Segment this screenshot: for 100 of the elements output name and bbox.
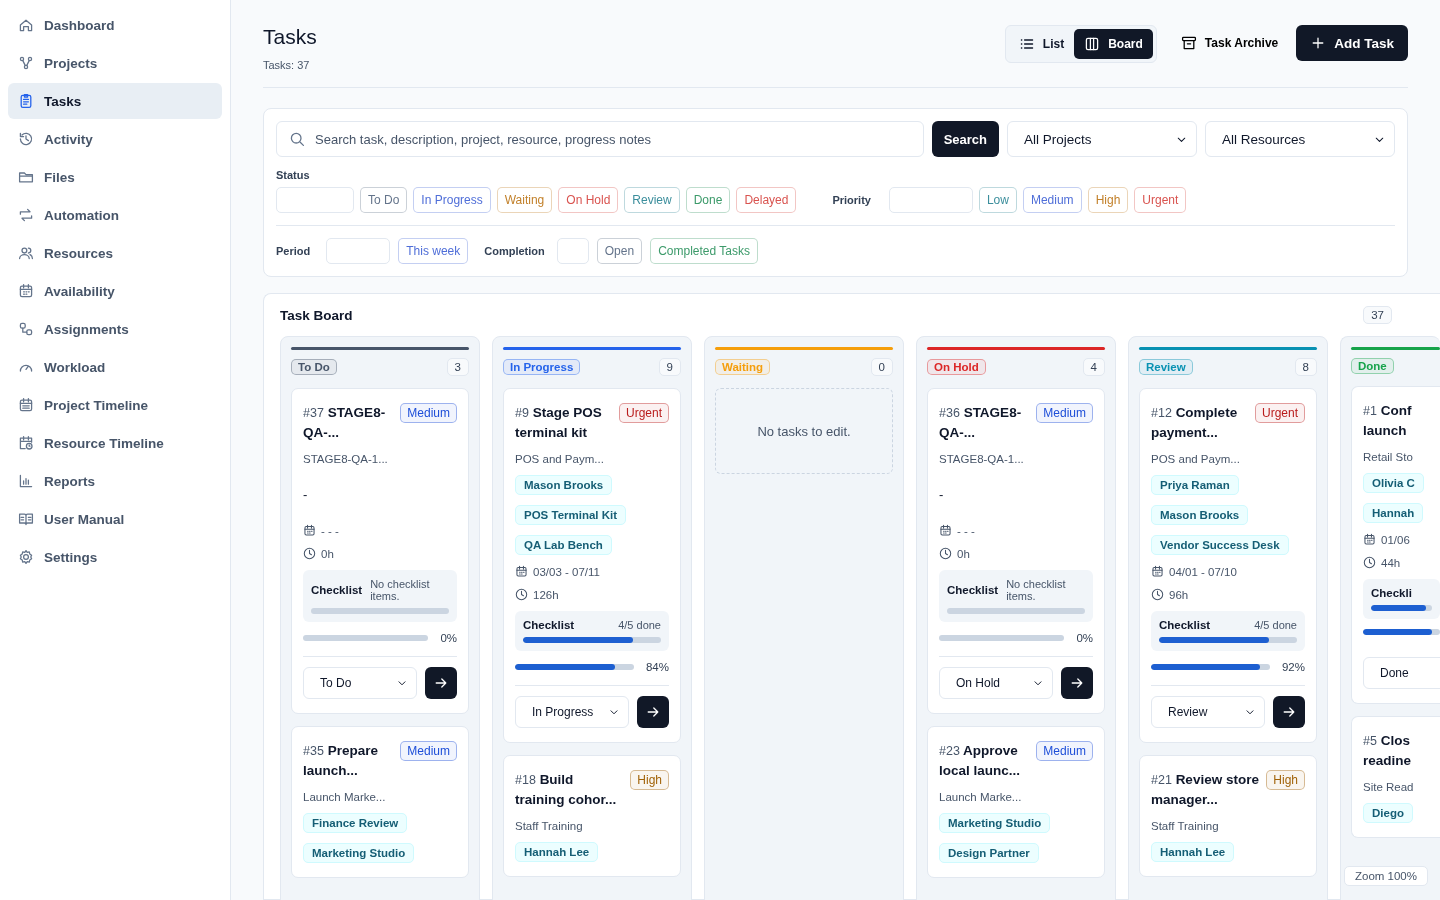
calendar-icon xyxy=(939,524,952,537)
task-title: #21 Review store manager... xyxy=(1151,771,1260,809)
move-button[interactable] xyxy=(1061,667,1093,699)
shapes-icon xyxy=(18,321,34,337)
completion-field[interactable] xyxy=(556,238,589,264)
sidebar-item[interactable]: Files xyxy=(8,159,222,195)
status-select[interactable]: Done xyxy=(1363,657,1440,689)
checklist-label: Checklist xyxy=(947,584,999,596)
filter-chip[interactable]: This week xyxy=(398,238,469,264)
status-field[interactable] xyxy=(276,187,354,213)
priority-field[interactable] xyxy=(888,187,973,213)
filter-chip[interactable]: Urgent xyxy=(1134,187,1187,213)
view-tab[interactable]: Board xyxy=(1074,29,1153,59)
filter-chip[interactable]: Medium xyxy=(1022,187,1082,213)
project-name: STAGE8-QA-1... xyxy=(939,453,1025,465)
archive-button[interactable]: Task Archive xyxy=(1174,25,1285,61)
sidebar-item[interactable]: Assignments xyxy=(8,311,222,347)
task-card[interactable]: #5 Clos readine Site Read Diego xyxy=(1351,716,1440,838)
task-title: #23 Approve local launc... xyxy=(939,742,1022,780)
filter-chip[interactable]: Review xyxy=(624,187,680,213)
task-card[interactable]: #18 Build training cohor... High Staff Training Hannah Lee xyxy=(503,755,681,877)
task-title: #1 Conf launch xyxy=(1363,402,1413,440)
filter-chip[interactable]: Low xyxy=(978,187,1017,213)
resource-tag: Mason Brooks xyxy=(1151,505,1249,525)
period-field[interactable] xyxy=(326,238,391,264)
task-card[interactable]: #9 Stage POS terminal kit Urgent POS and Paym... Mason Brooks POS Terminal Kit QA Lab Bench 03/03 - 07/11 126h Checklist 4/5 done 84% In Progress xyxy=(503,388,681,743)
status-select[interactable]: In Progress xyxy=(515,696,629,728)
resource-tag: Mason Brooks xyxy=(515,475,613,495)
status-select[interactable]: On Hold xyxy=(939,667,1053,699)
resource-select[interactable]: All Resources xyxy=(1205,121,1395,157)
board-title: Task Board xyxy=(280,307,353,323)
filter-chip[interactable]: Open xyxy=(596,238,643,264)
filter-chip[interactable]: Delayed xyxy=(736,187,797,213)
sidebar-item[interactable]: Activity xyxy=(8,121,222,157)
view-tab[interactable]: List xyxy=(1008,29,1075,59)
sidebar-item[interactable]: Dashboard xyxy=(8,7,222,43)
sidebar-item[interactable]: Availability xyxy=(8,273,222,309)
project-name: POS and Paym... xyxy=(515,453,605,465)
move-button[interactable] xyxy=(637,696,669,728)
task-title: #5 Clos readine xyxy=(1363,732,1413,770)
sidebar-item[interactable]: Settings xyxy=(8,539,222,575)
sidebar-item[interactable]: Reports xyxy=(8,463,222,499)
column-status: To Do xyxy=(291,359,337,375)
add-task-button[interactable]: Add Task xyxy=(1296,25,1408,61)
clipboard-icon xyxy=(18,93,34,109)
sidebar-item[interactable]: Project Timeline xyxy=(8,387,222,423)
filter-chip[interactable]: In Progress xyxy=(413,187,491,213)
task-card[interactable]: #12 Complete payment... Urgent POS and Paym... Priya Raman Mason Brooks Vendor Success Desk 04/01 - 07/10 96h Checklist 4/5 done 92% Review xyxy=(1139,388,1317,743)
repeat-icon xyxy=(18,207,34,223)
task-card[interactable]: #23 Approve local launc... Medium Launch Marke... Marketing Studio Design Partner xyxy=(927,726,1105,878)
filter-chip[interactable]: Completed Tasks xyxy=(650,238,758,264)
task-hours: 96h xyxy=(1169,588,1189,601)
progress-percent: 0% xyxy=(1076,632,1093,644)
empty-message: No tasks to edit. xyxy=(715,388,893,474)
sidebar-item[interactable]: Resource Timeline xyxy=(8,425,222,461)
clock-icon xyxy=(939,547,952,560)
column-status: Waiting xyxy=(715,359,771,375)
checklist-status: No checklist items. xyxy=(1006,578,1067,602)
resource-tag: Hannah Lee xyxy=(1151,842,1235,862)
task-card[interactable]: #35 Prepare launch... Medium Launch Marke... Finance Review Marketing Studio xyxy=(291,726,469,878)
search-button[interactable]: Search xyxy=(931,121,999,157)
search-field[interactable]: Search task, description, project, resource, progress notes xyxy=(276,121,924,157)
arrow-right-icon xyxy=(1281,704,1297,720)
task-card[interactable]: #1 Conf launch Retail Sto Olivia C Hannah 01/06 44h Checkli Done xyxy=(1351,386,1440,704)
sidebar-item[interactable]: Tasks xyxy=(8,83,222,119)
filter-chip[interactable]: Done xyxy=(685,187,731,213)
calendar-icon xyxy=(18,397,34,413)
project-select[interactable]: All Projects xyxy=(1007,121,1197,157)
filter-chip[interactable]: To Do xyxy=(360,187,408,213)
search-input[interactable]: Search task, description, project, resource, progress notes xyxy=(313,130,911,148)
move-button[interactable] xyxy=(1273,696,1305,728)
clock-icon xyxy=(515,588,528,601)
completion-label: Completion xyxy=(484,245,545,257)
task-title: #36 STAGE8-QA-... xyxy=(939,404,1023,442)
project-name: Staff Training xyxy=(515,820,584,832)
sidebar-item[interactable]: Projects xyxy=(8,45,222,81)
calendar-icon xyxy=(1363,533,1376,546)
users-icon xyxy=(18,245,34,261)
page-title: Tasks xyxy=(263,25,318,49)
sidebar-item[interactable]: Resources xyxy=(8,235,222,271)
task-dates: - - - xyxy=(957,524,975,537)
status-select[interactable]: Review xyxy=(1151,696,1265,728)
project-name: Launch Marke... xyxy=(303,791,387,803)
filter-chip[interactable]: On Hold xyxy=(558,187,619,213)
task-hours: 0h xyxy=(957,547,970,560)
list-icon xyxy=(1018,36,1035,52)
calendar-icon xyxy=(303,524,316,537)
priority-badge: High xyxy=(1266,770,1305,790)
resource-tag: Vendor Success Desk xyxy=(1151,535,1289,555)
checklist-label: Checkli xyxy=(1371,587,1412,599)
sidebar-item[interactable]: Automation xyxy=(8,197,222,233)
sidebar-item[interactable]: Workload xyxy=(8,349,222,385)
status-select[interactable]: To Do xyxy=(303,667,417,699)
resource-tag: QA Lab Bench xyxy=(515,535,612,555)
move-button[interactable] xyxy=(425,667,457,699)
task-card[interactable]: #21 Review store manager... High Staff Training Hannah Lee xyxy=(1139,755,1317,877)
sidebar-item[interactable]: User Manual xyxy=(8,501,222,537)
status-label: Status xyxy=(276,169,311,181)
progress-percent: 0% xyxy=(440,632,457,644)
progress-percent: 92% xyxy=(1281,661,1305,673)
